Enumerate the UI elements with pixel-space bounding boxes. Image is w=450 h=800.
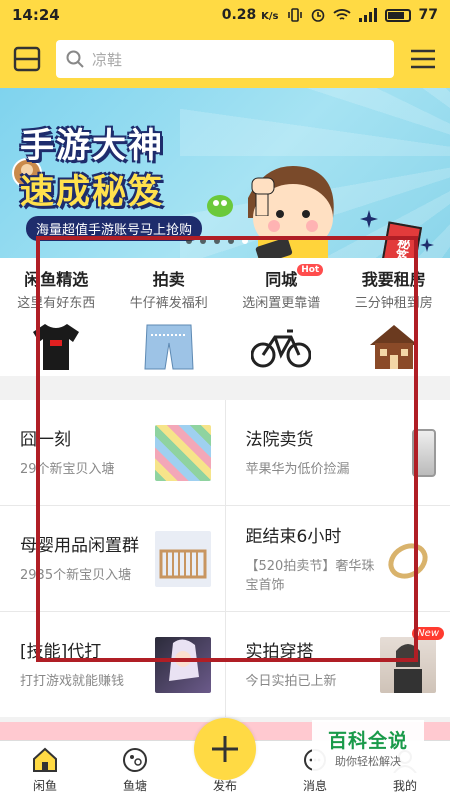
battery-icon <box>384 8 411 22</box>
category-xianyu-selection[interactable]: 闲鱼精选 这里有好东西 <box>0 258 113 376</box>
category-row: 闲鱼精选 这里有好东西 拍卖 牛仔裤发福利 同城 Hot 选闲置更靠谱 我要租房 … <box>0 258 450 376</box>
tile-subtitle: 【520拍卖节】奢华珠宝首饰 <box>245 558 375 594</box>
green-bird-icon <box>207 195 233 217</box>
banner-pagination <box>186 238 248 244</box>
tab-pond[interactable]: 鱼塘 <box>90 741 180 800</box>
category-subtitle: 牛仔裤发福利 <box>129 296 208 311</box>
section-divider <box>0 376 450 400</box>
category-same-city[interactable]: 同城 Hot 选闲置更靠谱 <box>225 258 338 376</box>
scan-button[interactable] <box>10 42 44 76</box>
top-header: 凉鞋 <box>0 30 450 88</box>
search-placeholder: 凉鞋 <box>92 50 123 69</box>
sparkle-icon <box>420 238 434 252</box>
signal-icon <box>358 8 377 22</box>
battery-level: 77 <box>418 7 438 23</box>
publish-button[interactable] <box>194 718 256 780</box>
pond-icon <box>123 748 147 772</box>
watermark-subtitle: 助你轻松解决 <box>335 754 401 768</box>
jeans-icon <box>144 324 194 370</box>
tile-baby-items-group[interactable]: 母婴用品闲置群 2935个新宝贝入塘 <box>0 506 225 611</box>
tile-title: 法院卖货 <box>245 430 314 451</box>
phone-thumb <box>380 424 436 481</box>
vibrate-icon <box>287 8 302 22</box>
category-subtitle: 这里有好东西 <box>17 296 96 311</box>
sparkle-icon <box>360 210 378 228</box>
category-title: 我要租房 <box>361 270 426 289</box>
tab-label: 我的 <box>392 779 417 793</box>
new-badge: New <box>412 626 444 640</box>
tile-subtitle: 29个新宝贝入塘 <box>20 462 115 478</box>
anime-thumb <box>154 636 211 693</box>
hot-badge: Hot <box>297 264 324 276</box>
tile-title: 实拍穿搭 <box>245 642 314 663</box>
status-bar: 14:24 0.28 K/s 77 <box>0 0 450 30</box>
fashion-thumb: New <box>380 626 444 693</box>
bicycle-icon <box>251 329 312 368</box>
category-title: 闲鱼精选 <box>24 270 89 289</box>
banner-title-line1: 手游大神 <box>20 126 164 166</box>
pagination-dot[interactable] <box>186 238 192 244</box>
play-mat-thumb <box>154 424 211 481</box>
home-icon <box>33 747 57 772</box>
watermark-title: 百科全说 <box>327 729 408 752</box>
scan-icon <box>13 46 41 72</box>
pagination-dot[interactable] <box>200 238 206 244</box>
wifi-icon <box>332 9 351 20</box>
category-title: 同城 Hot <box>265 264 324 290</box>
crib-thumb <box>154 530 211 587</box>
menu-icon <box>411 49 435 69</box>
tile-title: 母婴用品闲置群 <box>20 536 139 557</box>
tile-skill-boosting[interactable]: [技能]代打 打打游戏就能赚钱 <box>0 612 225 717</box>
banner-subtitle: 海量超值手游账号马上抢购 <box>26 216 203 241</box>
feature-grid: 囧一刻 29个新宝贝入塘 法院卖货 苹果华为低价捡漏 母婴用品闲置群 2935个… <box>0 400 450 717</box>
tile-title: [技能]代打 <box>20 642 102 663</box>
alarm-icon <box>311 9 324 22</box>
category-rent-house[interactable]: 我要租房 三分钟租到房 <box>338 258 450 376</box>
search-bar[interactable]: 凉鞋 <box>56 40 394 78</box>
tile-court-sale[interactable]: 法院卖货 苹果华为低价捡漏 <box>225 400 450 505</box>
baike-watermark: 百科全说 助你轻松解决 <box>312 720 424 774</box>
tile-subtitle: 苹果华为低价捡漏 <box>245 462 350 478</box>
status-icons: 0.28 K/s 77 <box>222 7 438 23</box>
search-icon <box>66 50 84 68</box>
tile-subtitle: 今日实拍已上新 <box>245 674 337 690</box>
pagination-dot[interactable] <box>214 238 220 244</box>
network-speed: 0.28 K/s <box>221 7 279 23</box>
banner-title-line2: 速成秘笈 <box>20 172 164 212</box>
promo-banner[interactable]: 手游大神 速成秘笈 海量超值手游账号马上抢购 秘笈 <box>0 88 450 258</box>
tile-title: 距结束6小时 <box>245 526 342 547</box>
tab-label: 闲鱼 <box>32 779 57 793</box>
tile-subtitle: 打打游戏就能赚钱 <box>20 674 125 690</box>
tile-auction-ending[interactable]: 距结束6小时 【520拍卖节】奢华珠宝首饰 <box>225 506 450 611</box>
raised-fist-icon <box>251 177 275 216</box>
pagination-dot-active[interactable] <box>242 238 248 244</box>
tile-street-outfit[interactable]: 实拍穿搭 今日实拍已上新 New <box>225 612 450 717</box>
tile-jiong-moment[interactable]: 囧一刻 29个新宝贝入塘 <box>0 400 225 505</box>
tshirt-icon <box>33 324 80 370</box>
tile-title: 囧一刻 <box>20 430 71 451</box>
status-time: 14:24 <box>12 6 60 24</box>
category-subtitle: 选闲置更靠谱 <box>242 296 321 311</box>
pagination-dot[interactable] <box>228 238 234 244</box>
category-title: 拍卖 <box>152 270 185 289</box>
tile-subtitle: 2935个新宝贝入塘 <box>20 568 132 584</box>
house-icon <box>369 325 418 369</box>
tab-label: 消息 <box>302 779 327 793</box>
tab-label: 鱼塘 <box>122 779 147 793</box>
ring-thumb <box>380 530 436 587</box>
category-auction[interactable]: 拍卖 牛仔裤发福利 <box>113 258 226 376</box>
menu-button[interactable] <box>406 42 440 76</box>
category-subtitle: 三分钟租到房 <box>354 296 433 311</box>
plus-icon <box>212 736 238 762</box>
tab-xianyu[interactable]: 闲鱼 <box>0 741 90 800</box>
